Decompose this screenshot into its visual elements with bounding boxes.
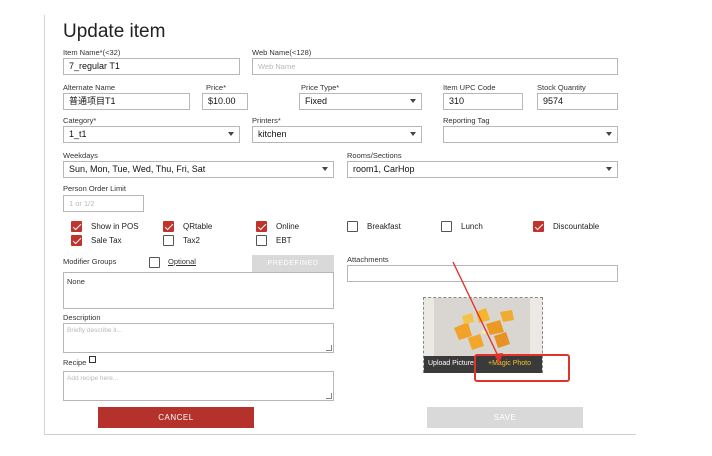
save-button[interactable]: SAVE: [427, 407, 583, 428]
description-placeholder: Briefly describe it...: [67, 327, 122, 334]
checkbox-label: Discountable: [553, 222, 600, 231]
checkbox-box[interactable]: [163, 235, 174, 246]
checkbox-label: Lunch: [461, 222, 483, 231]
price-type-value: Fixed: [305, 96, 328, 106]
modifier-groups-box[interactable]: None: [63, 272, 334, 309]
web-name-label: Web Name(<128): [252, 48, 312, 57]
modifier-groups-value: None: [67, 277, 85, 286]
category-select[interactable]: 1_t1: [63, 126, 240, 143]
dialog-title: Update item: [63, 21, 166, 42]
optional-link[interactable]: Optional: [168, 257, 196, 266]
category-value: 1_t1: [69, 129, 87, 139]
person-limit-input[interactable]: 1 or 1/2: [63, 195, 144, 212]
checkbox-box[interactable]: [441, 221, 452, 232]
category-label: Category*: [63, 116, 97, 125]
update-item-dialog: Update item Item Name*(<32) 7_regular T1…: [44, 15, 636, 435]
predefined-button[interactable]: PREDEFINED: [252, 255, 334, 272]
checkbox-label: Sale Tax: [91, 236, 122, 245]
chevron-down-icon: [322, 167, 328, 171]
weekdays-label: Weekdays: [63, 151, 98, 160]
checkbox-box[interactable]: [163, 221, 174, 232]
checkbox-label: QRtable: [183, 222, 213, 231]
checkbox-label: EBT: [276, 236, 292, 245]
checkbox-label: Tax2: [183, 236, 200, 245]
price-type-label: Price Type*: [301, 83, 340, 92]
checkbox-box[interactable]: [71, 235, 82, 246]
rooms-select[interactable]: room1, CarHop: [347, 161, 618, 178]
checkbox-box[interactable]: [71, 221, 82, 232]
attachments-label: Attachments: [347, 255, 389, 264]
recipe-textarea[interactable]: Add recipe here...: [63, 371, 334, 401]
external-link-icon[interactable]: [89, 356, 97, 363]
rooms-label: Rooms/Sections: [347, 151, 402, 160]
reporting-tag-select[interactable]: [443, 126, 618, 143]
rooms-value: room1, CarHop: [353, 164, 415, 174]
price-type-select[interactable]: Fixed: [299, 93, 422, 110]
checkbox-box[interactable]: [533, 221, 544, 232]
price-input[interactable]: $10.00: [202, 93, 248, 110]
printers-value: kitchen: [258, 129, 287, 139]
modifier-groups-label: Modifier Groups: [63, 257, 117, 266]
item-name-label: Item Name*(<32): [63, 48, 121, 57]
upc-label: Item UPC Code: [443, 83, 496, 92]
alternate-name-label: Alternate Name: [63, 83, 116, 92]
checkbox-label: Breakfast: [367, 222, 401, 231]
weekdays-select[interactable]: Sun, Mon, Tue, Wed, Thu, Fri, Sat: [63, 161, 334, 178]
weekdays-value: Sun, Mon, Tue, Wed, Thu, Fri, Sat: [69, 164, 206, 174]
chevron-down-icon: [606, 167, 612, 171]
description-label: Description: [63, 313, 101, 322]
item-name-input[interactable]: 7_regular T1: [63, 58, 240, 75]
recipe-label-wrap: Recipe: [63, 356, 97, 367]
checkbox-box[interactable]: [256, 221, 267, 232]
chevron-down-icon: [606, 132, 612, 136]
upc-input[interactable]: 310: [443, 93, 523, 110]
person-limit-label: Person Order Limit: [63, 184, 126, 193]
web-name-input[interactable]: Web Name: [252, 58, 618, 75]
checkbox-box[interactable]: [347, 221, 358, 232]
chevron-down-icon: [410, 99, 416, 103]
checkbox-box[interactable]: [256, 235, 267, 246]
annotation-highlight-box: [474, 354, 570, 382]
price-label: Price*: [206, 83, 227, 92]
recipe-placeholder: Add recipe here...: [67, 375, 119, 382]
recipe-label: Recipe: [63, 358, 87, 367]
description-textarea[interactable]: Briefly describe it...: [63, 323, 334, 353]
printers-select[interactable]: kitchen: [252, 126, 422, 143]
chevron-down-icon: [410, 132, 416, 136]
reporting-tag-label: Reporting Tag: [443, 116, 490, 125]
stock-label: Stock Quantity: [537, 83, 586, 92]
cancel-button[interactable]: CANCEL: [98, 407, 254, 428]
chevron-down-icon: [228, 132, 234, 136]
stock-input[interactable]: 9574: [537, 93, 618, 110]
checkbox-label: Online: [276, 222, 300, 231]
optional-checkbox[interactable]: [149, 257, 160, 268]
printers-label: Printers*: [252, 116, 281, 125]
checkbox-label: Show in POS: [91, 222, 139, 231]
alternate-name-input[interactable]: 普通项目T1: [63, 93, 190, 110]
